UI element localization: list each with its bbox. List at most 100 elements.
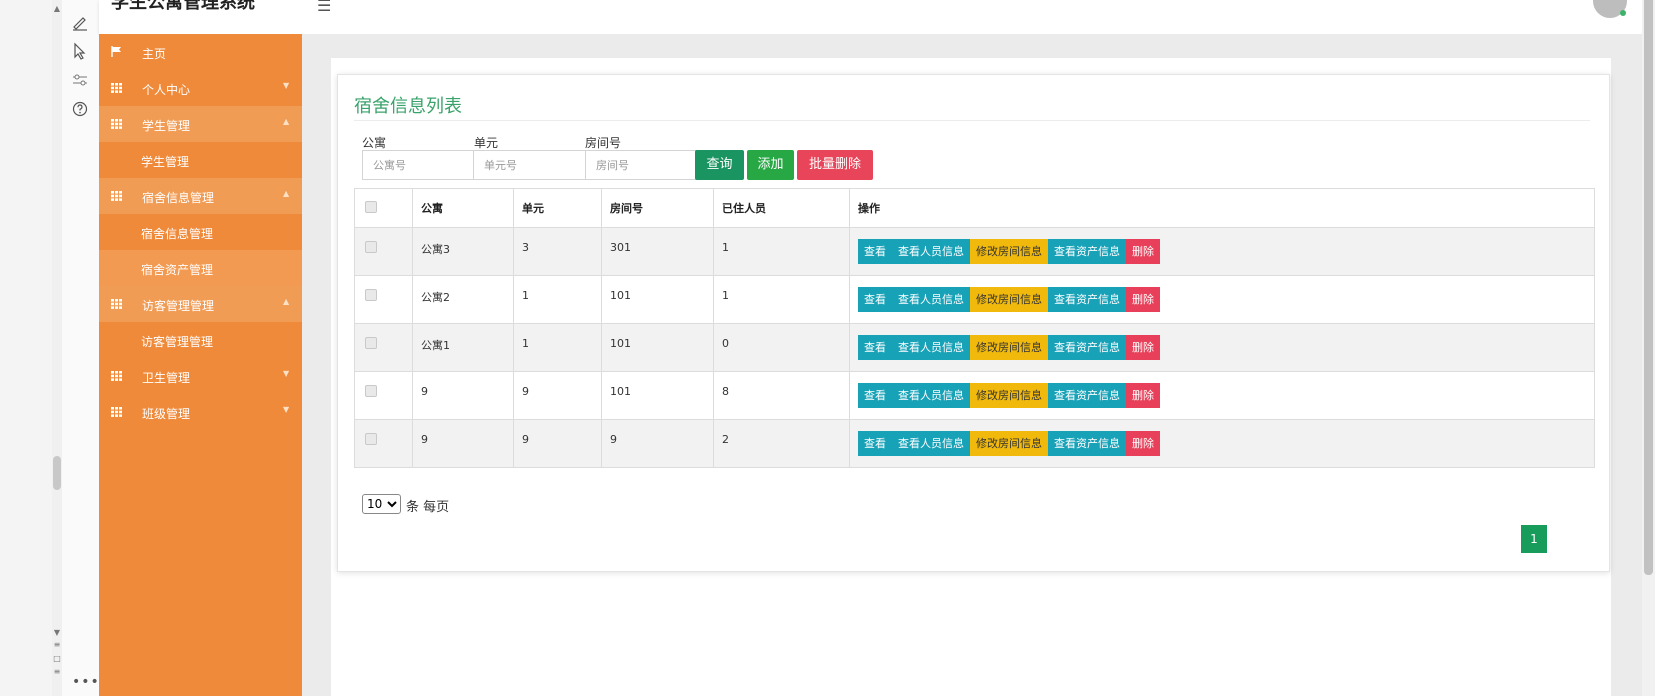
delete-button[interactable]: 删除 — [1126, 239, 1160, 264]
cursor-icon[interactable] — [70, 41, 90, 61]
table-row: 公寓3 3 301 1 查看 查看人员信息 修改房间信息 查看资产信息 删除 — [354, 227, 1595, 276]
sidebar-item-personal-center[interactable]: 个人中心 ▼ — [99, 70, 302, 106]
scroll-up-arrow-icon[interactable]: ▲ — [52, 4, 62, 13]
batch-delete-button[interactable]: 批量删除 — [797, 150, 873, 180]
column-header: 单元 — [513, 188, 602, 228]
table-cell: 9 — [513, 419, 602, 468]
select-all-cell — [354, 188, 413, 228]
sidebar-subitem-visitor-management[interactable]: 访客管理管理 — [99, 322, 302, 358]
sidebar: 主页 个人中心 ▼ 学生管理 ▲ 学生管理 宿舍信息管理 ▲ 宿舍信息管理 宿舍… — [99, 34, 302, 696]
sidebar-item-label: 主页 — [142, 47, 167, 61]
caret-up-icon: ▲ — [283, 117, 290, 126]
edit-room-button[interactable]: 修改房间信息 — [970, 287, 1048, 312]
sidebar-subitem-dorm-info-management[interactable]: 宿舍信息管理 — [99, 214, 302, 250]
help-icon[interactable] — [70, 99, 90, 119]
room-input[interactable] — [585, 150, 698, 180]
pen-icon[interactable] — [70, 12, 90, 32]
column-header: 操作 — [849, 188, 1595, 228]
page-scrollbar-thumb[interactable] — [1644, 0, 1653, 575]
view-residents-button[interactable]: 查看人员信息 — [892, 335, 970, 360]
table-cell: 1 — [513, 323, 602, 372]
filter-label-apartment: 公寓 — [362, 136, 387, 150]
row-checkbox[interactable] — [365, 337, 377, 349]
delete-button[interactable]: 删除 — [1126, 335, 1160, 360]
delete-button[interactable]: 删除 — [1126, 383, 1160, 408]
row-checkbox[interactable] — [365, 241, 377, 253]
more-icon[interactable]: ••• — [72, 674, 100, 690]
view-residents-button[interactable]: 查看人员信息 — [892, 287, 970, 312]
column-header: 房间号 — [601, 188, 714, 228]
sidebar-item-hygiene-management[interactable]: 卫生管理 ▼ — [99, 358, 302, 394]
row-actions: 查看 查看人员信息 修改房间信息 查看资产信息 删除 — [849, 227, 1595, 276]
view-button[interactable]: 查看 — [858, 287, 892, 312]
scroll-down-arrow-icon[interactable]: ▼ — [52, 628, 62, 637]
page-size-select[interactable]: 10 — [362, 494, 401, 514]
grid-icon — [111, 82, 122, 93]
sliders-icon[interactable] — [70, 70, 90, 90]
page-scrollbar[interactable] — [1642, 0, 1655, 696]
view-residents-button[interactable]: 查看人员信息 — [892, 383, 970, 408]
row-checkbox[interactable] — [365, 289, 377, 301]
view-button[interactable]: 查看 — [858, 335, 892, 360]
delete-button[interactable]: 删除 — [1126, 431, 1160, 456]
delete-button[interactable]: 删除 — [1126, 287, 1160, 312]
table-row: 公寓1 1 101 0 查看 查看人员信息 修改房间信息 查看资产信息 删除 — [354, 323, 1595, 372]
page-1-button[interactable]: 1 — [1521, 525, 1547, 553]
table-cell: 公寓2 — [412, 275, 514, 324]
edit-room-button[interactable]: 修改房间信息 — [970, 335, 1048, 360]
grid-icon — [111, 370, 122, 381]
view-button[interactable]: 查看 — [858, 431, 892, 456]
sidebar-item-class-management[interactable]: 班级管理 ▼ — [99, 394, 302, 430]
left-scrollbar-thumb[interactable] — [53, 456, 61, 490]
sidebar-item-dorm-info-management[interactable]: 宿舍信息管理 ▲ — [99, 178, 302, 214]
sidebar-subitem-dorm-asset-management[interactable]: 宿舍资产管理 — [99, 250, 302, 286]
grid-icon — [111, 118, 122, 129]
view-assets-button[interactable]: 查看资产信息 — [1048, 335, 1126, 360]
edit-room-button[interactable]: 修改房间信息 — [970, 383, 1048, 408]
select-all-checkbox[interactable] — [365, 200, 377, 213]
lines-icon: ≡ — [53, 667, 61, 676]
table-cell: 101 — [601, 323, 714, 372]
view-assets-button[interactable]: 查看资产信息 — [1048, 239, 1126, 264]
view-assets-button[interactable]: 查看资产信息 — [1048, 431, 1126, 456]
dorm-list-card: 宿舍信息列表 公寓 单元 房间号 查询 添加 批量删除 公寓 单元 房间号 已住… — [337, 74, 1610, 572]
add-button[interactable]: 添加 — [747, 150, 794, 180]
sidebar-item-student-management[interactable]: 学生管理 ▲ — [99, 106, 302, 142]
view-assets-button[interactable]: 查看资产信息 — [1048, 287, 1126, 312]
row-checkbox[interactable] — [365, 385, 377, 397]
table-cell: 301 — [601, 227, 714, 276]
table-body: 公寓3 3 301 1 查看 查看人员信息 修改房间信息 查看资产信息 删除 公寓2 1… — [354, 227, 1595, 468]
caret-down-icon: ▼ — [283, 369, 290, 378]
app-title: 学生公寓管理系统 — [111, 0, 255, 13]
view-button[interactable]: 查看 — [858, 383, 892, 408]
table-cell: 0 — [713, 323, 850, 372]
per-page-label: 条 每页 — [406, 500, 450, 515]
table-cell: 8 — [713, 371, 850, 420]
apartment-input[interactable] — [362, 150, 475, 180]
sidebar-subitem-student-management[interactable]: 学生管理 — [99, 142, 302, 178]
row-checkbox[interactable] — [365, 433, 377, 445]
caret-down-icon: ▼ — [283, 405, 290, 414]
table-cell: 101 — [601, 371, 714, 420]
view-residents-button[interactable]: 查看人员信息 — [892, 431, 970, 456]
table-row: 9 9 9 2 查看 查看人员信息 修改房间信息 查看资产信息 删除 — [354, 419, 1595, 468]
edit-room-button[interactable]: 修改房间信息 — [970, 431, 1048, 456]
edit-room-button[interactable]: 修改房间信息 — [970, 239, 1048, 264]
view-assets-button[interactable]: 查看资产信息 — [1048, 383, 1126, 408]
row-actions: 查看 查看人员信息 修改房间信息 查看资产信息 删除 — [849, 323, 1595, 372]
hamburger-icon[interactable]: ☰ — [317, 0, 331, 15]
table-cell: 1 — [713, 227, 850, 276]
sidebar-item-home[interactable]: 主页 — [99, 34, 302, 70]
sidebar-item-label: 宿舍资产管理 — [141, 263, 214, 277]
view-button[interactable]: 查看 — [858, 239, 892, 264]
online-status-icon — [1620, 10, 1626, 16]
table-cell: 9 — [412, 419, 514, 468]
unit-input[interactable] — [473, 150, 586, 180]
table-cell: 9 — [513, 371, 602, 420]
filter-label-room: 房间号 — [585, 136, 622, 150]
view-residents-button[interactable]: 查看人员信息 — [892, 239, 970, 264]
sidebar-item-visitor-management[interactable]: 访客管理管理 ▲ — [99, 286, 302, 322]
top-header: 学生公寓管理系统 ☰ — [99, 0, 1642, 34]
page-icon: □ — [53, 654, 61, 663]
search-button[interactable]: 查询 — [695, 150, 744, 180]
